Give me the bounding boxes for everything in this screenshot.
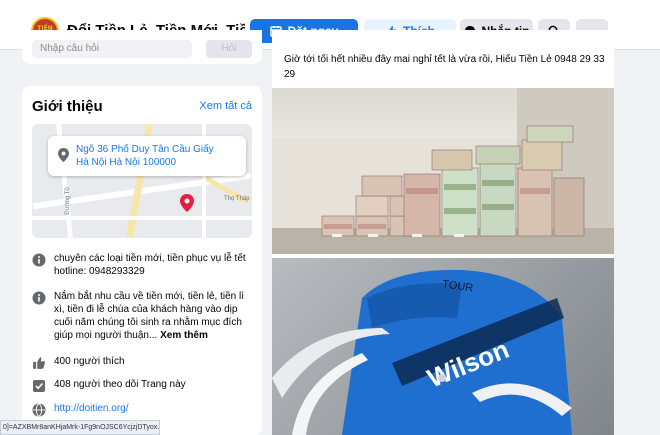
address-card[interactable]: Ngõ 36 Phố Duy Tân Cầu Giấy Hà Nội Hà Nộ… [48, 136, 246, 176]
post-photo-bag[interactable]: Wilson TOUR [272, 258, 614, 435]
follows-row: 408 người theo dõi Trang này [32, 378, 254, 393]
ask-question-card: Nhập câu hỏi Hỏi [22, 30, 262, 64]
about-title: Giới thiệu [32, 98, 103, 115]
address-line-2: Hà Nội Hà Nội 100000 [76, 157, 177, 168]
post-text: Giờ tới tối hết nhiều đây mai nghỉ tết l… [284, 54, 605, 80]
street-label: Đường Tô [64, 187, 71, 215]
detail-text: Nắm bắt nhu cầu về tiền mới, tiền lẻ, ti… [54, 291, 244, 341]
likes-row: 400 người thích [32, 355, 254, 370]
question-input[interactable]: Nhập câu hỏi [32, 40, 192, 58]
money-stacks-graphic [321, 125, 585, 237]
page-detail: Nắm bắt nhu cầu về tiền mới, tiền lẻ, ti… [54, 290, 254, 342]
status-bar-url: 0]=AZXBMr8anKHjaMrk-1Fg9nOJSC6YcjzjDTyox… [0, 420, 160, 435]
description-row: chuyên các loại tiền mới, tiền phục vụ l… [32, 252, 254, 278]
post-card: Giờ tới tối hết nhiều đây mai nghỉ tết l… [272, 30, 614, 435]
info-icon [32, 291, 46, 305]
location-pin-icon [58, 148, 69, 162]
globe-icon [32, 403, 46, 417]
post-photo-money[interactable] [272, 88, 614, 254]
info-icon [32, 253, 46, 267]
street-label: Thọ Tháp [224, 196, 250, 202]
see-all-link[interactable]: Xem tất cả [199, 100, 252, 112]
follows-count: 408 người theo dõi Trang này [54, 379, 186, 390]
detail-row: Nắm bắt nhu cầu về tiền mới, tiền lẻ, ti… [32, 290, 254, 342]
page-description: chuyên các loại tiền mới, tiền phục vụ l… [54, 253, 246, 277]
map-pin-icon [180, 194, 194, 212]
see-more-link[interactable]: Xem thêm [160, 330, 208, 341]
website-link[interactable]: http://doitien.org/ [54, 403, 129, 414]
likes-count: 400 người thích [54, 356, 125, 367]
address-line-1: Ngõ 36 Phố Duy Tân Cầu Giấy [76, 144, 214, 155]
ask-button[interactable]: Hỏi [206, 40, 252, 58]
website-row: http://doitien.org/ [32, 402, 254, 417]
bag-graphic: Wilson TOUR [272, 269, 572, 435]
like-count-icon [33, 357, 46, 369]
follow-icon [33, 380, 45, 392]
about-card: Giới thiệu Xem tất cả Đường Tô Thọ Tháp … [22, 86, 262, 435]
location-map[interactable]: Đường Tô Thọ Tháp Tr Ngõ 36 Phố Duy Tân … [32, 124, 252, 238]
